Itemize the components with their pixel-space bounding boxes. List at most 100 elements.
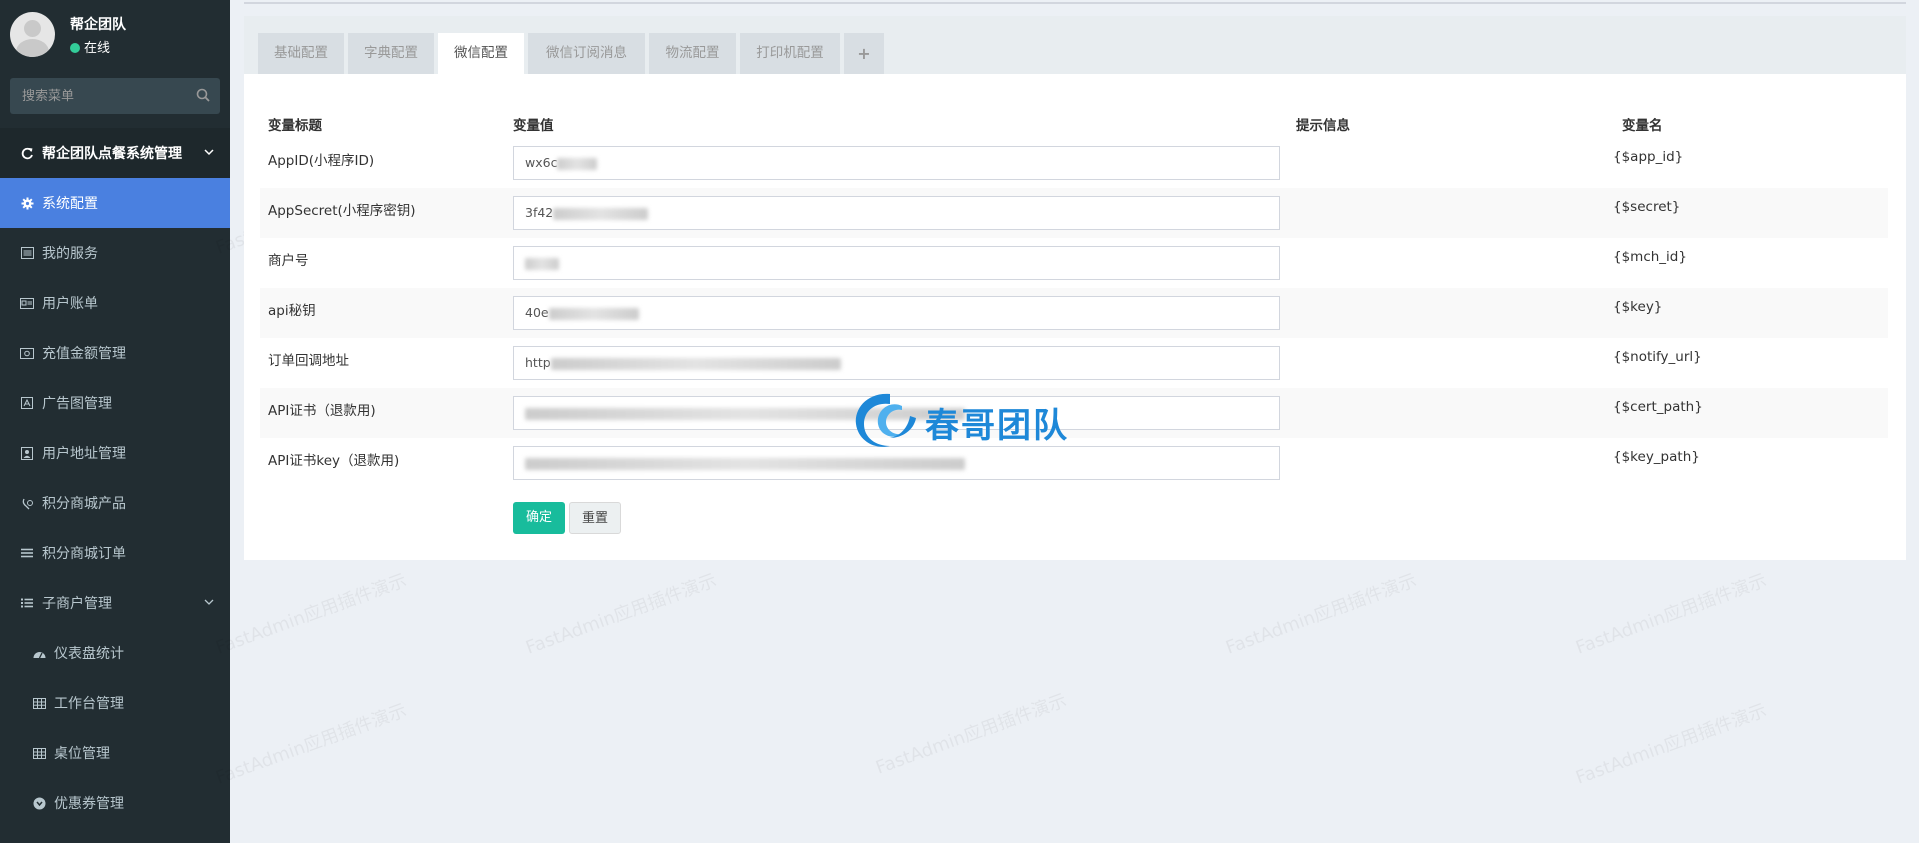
sidebar-item-dashboard[interactable]: 仪表盘统计 <box>0 628 230 678</box>
user-panel: 帮企团队 在线 <box>0 0 230 70</box>
sidebar-item-ads[interactable]: 广告图管理 <box>0 378 230 428</box>
sidebar-item-label: 工作台管理 <box>54 696 124 712</box>
table-row: 商户号 {$mch_id} <box>260 238 1888 288</box>
sidebar-item-points-products[interactable]: 积分商城产品 <box>0 478 230 528</box>
table-icon <box>32 746 46 760</box>
sidebar-item-coupons[interactable]: 优惠券管理 <box>0 778 230 828</box>
list-icon <box>20 596 34 610</box>
online-dot-icon <box>70 43 80 53</box>
main-content: FastAdmin应用插件演示 FastAdmin应用插件演示 FastAdmi… <box>213 0 1919 843</box>
redacted-text <box>557 157 598 170</box>
table-row: 订单回调地址 http {$notify_url} <box>260 338 1888 388</box>
tab-printer[interactable]: 打印机配置 <box>740 33 840 74</box>
sidebar-item-tables[interactable]: 桌位管理 <box>0 728 230 778</box>
reset-button[interactable]: 重置 <box>569 502 621 534</box>
row-var: {$app_id} <box>1613 149 1684 165</box>
row-title: 订单回调地址 <box>268 353 349 369</box>
dashboard-icon <box>32 646 46 660</box>
menu-group-label: 帮企团队点餐系统管理 <box>42 146 182 162</box>
watermark: FastAdmin应用插件演示 <box>1572 700 1770 789</box>
appid-input[interactable]: wx6c <box>513 146 1280 180</box>
sidebar-item-system-config[interactable]: 系统配置 <box>0 178 230 228</box>
redacted-text <box>550 357 841 370</box>
redacted-text <box>525 257 559 270</box>
table-row: AppSecret(小程序密钥) 3f42 {$secret} <box>260 188 1888 238</box>
watermark: FastAdmin应用插件演示 <box>872 690 1070 779</box>
row-title: AppSecret(小程序密钥) <box>268 203 416 219</box>
sidebar-item-recharge[interactable]: 充值金额管理 <box>0 328 230 378</box>
watermark: FastAdmin应用插件演示 <box>522 570 720 659</box>
table-row: api秘钥 40e {$key} <box>260 288 1888 338</box>
sidebar-item-label: 积分商城订单 <box>42 546 126 562</box>
address-icon <box>20 446 34 460</box>
row-var: {$secret} <box>1613 199 1681 215</box>
input-value: 3f42 <box>525 205 554 220</box>
sidebar-item-label: 广告图管理 <box>42 396 112 412</box>
table-row: AppID(小程序ID) wx6c {$app_id} <box>260 138 1888 188</box>
tab-logistics[interactable]: 物流配置 <box>649 33 736 74</box>
row-var: {$key} <box>1613 299 1663 315</box>
sidebar-item-label: 子商户管理 <box>42 596 112 612</box>
sidebar-item-sub-merchants[interactable]: 子商户管理 <box>0 578 230 628</box>
watermark: FastAdmin应用插件演示 <box>212 570 410 659</box>
sidebar-item-user-bills[interactable]: 用户账单 <box>0 278 230 328</box>
row-var: {$mch_id} <box>1613 249 1687 265</box>
user-status: 在线 <box>70 37 110 56</box>
sidebar-item-label: 积分商城产品 <box>42 496 126 512</box>
watermark: FastAdmin应用插件演示 <box>1222 570 1420 659</box>
refresh-icon <box>20 146 34 160</box>
row-title: api秘钥 <box>268 303 316 319</box>
tab-add-button[interactable]: + <box>844 33 884 74</box>
avatar[interactable] <box>10 12 55 57</box>
row-var: {$cert_path} <box>1613 399 1703 415</box>
brand-logo-icon <box>855 393 916 447</box>
tab-basic[interactable]: 基础配置 <box>258 33 344 74</box>
sidebar-item-label: 充值金额管理 <box>42 346 126 362</box>
input-value: 40e <box>525 305 549 320</box>
chevron-down-icon <box>204 149 214 156</box>
money-icon <box>20 346 34 360</box>
sidebar-menu: 帮企团队点餐系统管理 系统配置 我的服务 用户账单 充值金额管理 广告图管理 用… <box>0 128 230 828</box>
mch-id-input[interactable] <box>513 246 1280 280</box>
gear-icon <box>20 196 34 210</box>
config-panel: 基础配置 字典配置 微信配置 微信订阅消息 物流配置 打印机配置 + 变量标题 … <box>244 16 1906 560</box>
confirm-button[interactable]: 确定 <box>513 502 565 534</box>
header-tip: 提示信息 <box>1296 118 1350 134</box>
row-title: 商户号 <box>268 253 309 269</box>
watermark: FastAdmin应用插件演示 <box>212 700 410 789</box>
list-icon <box>20 246 34 260</box>
tab-wechat-subscribe[interactable]: 微信订阅消息 <box>528 33 645 74</box>
row-title: AppID(小程序ID) <box>268 153 375 169</box>
search-icon[interactable] <box>196 88 210 102</box>
menu-group-header[interactable]: 帮企团队点餐系统管理 <box>0 128 230 178</box>
divider <box>244 2 1906 4</box>
sidebar-item-points-orders[interactable]: 积分商城订单 <box>0 528 230 578</box>
input-value: http <box>525 355 551 370</box>
sidebar-item-label: 桌位管理 <box>54 746 110 762</box>
row-var: {$key_path} <box>1613 449 1700 465</box>
sidebar-item-label: 优惠券管理 <box>54 796 124 812</box>
redacted-text <box>553 207 649 220</box>
header-value: 变量值 <box>513 118 554 134</box>
sidebar-item-workbench[interactable]: 工作台管理 <box>0 678 230 728</box>
tab-wechat[interactable]: 微信配置 <box>438 33 524 74</box>
chevron-down-icon <box>204 599 214 605</box>
coupon-icon <box>32 796 46 810</box>
appsecret-input[interactable]: 3f42 <box>513 196 1280 230</box>
sidebar-item-label: 我的服务 <box>42 246 98 262</box>
status-text: 在线 <box>84 41 111 56</box>
header-title: 变量标题 <box>268 118 322 134</box>
sidebar-item-my-services[interactable]: 我的服务 <box>0 228 230 278</box>
table-icon <box>32 696 46 710</box>
brand-logo-text: 春哥团队 <box>925 406 1069 446</box>
user-name: 帮企团队 <box>70 17 126 33</box>
search-input[interactable] <box>10 78 220 114</box>
sidebar-item-address[interactable]: 用户地址管理 <box>0 428 230 478</box>
notify-url-input[interactable]: http <box>513 346 1280 380</box>
api-key-input[interactable]: 40e <box>513 296 1280 330</box>
search-box <box>10 78 220 114</box>
card-icon <box>20 296 34 310</box>
sidebar-item-label: 用户账单 <box>42 296 98 312</box>
tabs-bar: 基础配置 字典配置 微信配置 微信订阅消息 物流配置 打印机配置 + <box>244 16 1906 74</box>
tab-dictionary[interactable]: 字典配置 <box>348 33 434 74</box>
